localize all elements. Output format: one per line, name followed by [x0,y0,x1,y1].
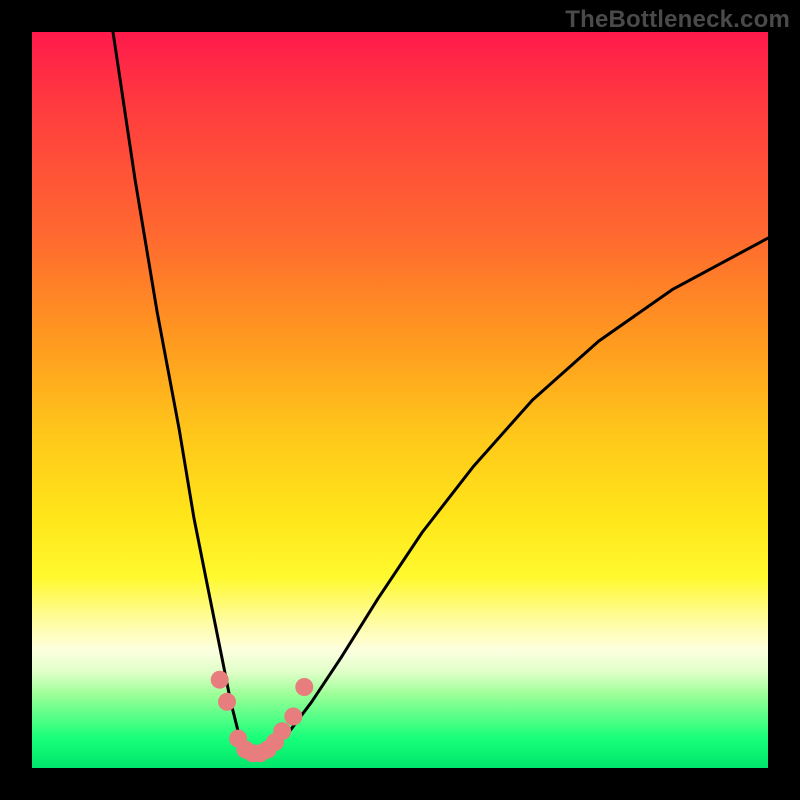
data-marker [218,693,236,711]
data-marker [295,678,313,696]
curve-layer [113,32,768,753]
chart-svg [32,32,768,768]
data-marker [284,708,302,726]
bottleneck-curve [113,32,768,753]
data-marker [273,722,291,740]
chart-plot-area [32,32,768,768]
data-marker [211,671,229,689]
watermark-text: TheBottleneck.com [565,6,790,34]
markers-layer [211,671,314,763]
chart-frame: TheBottleneck.com [0,0,800,800]
